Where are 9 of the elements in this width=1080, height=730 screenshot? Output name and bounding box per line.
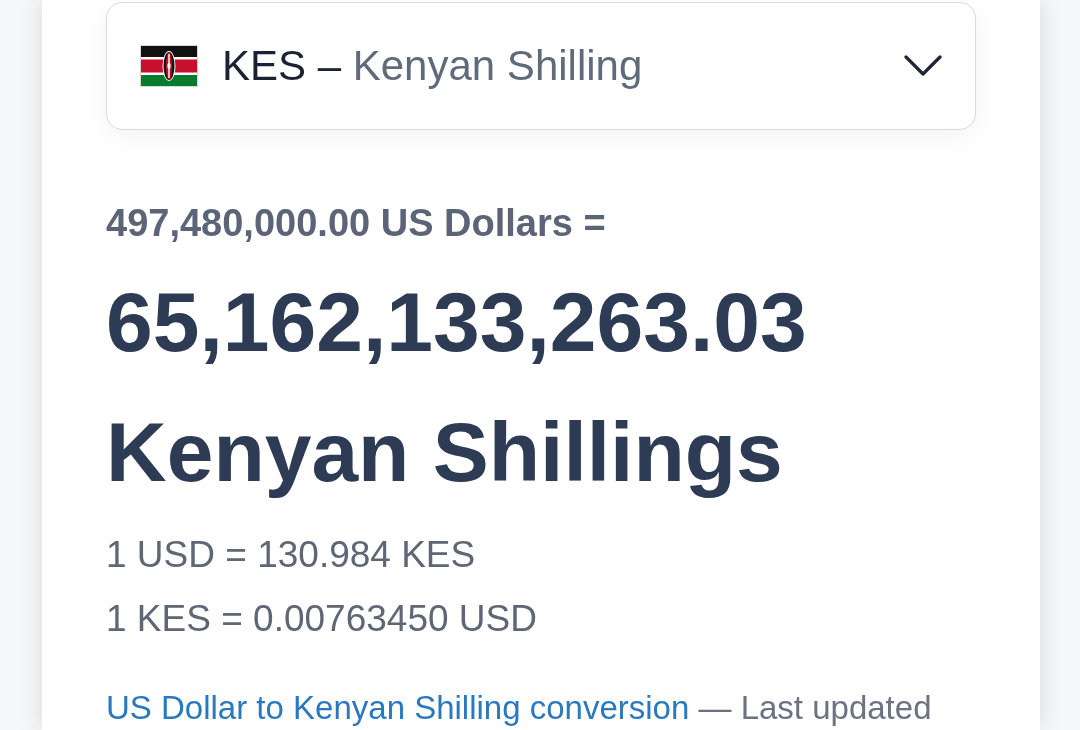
- source-amount: 497,480,000.00 US Dollars =: [106, 201, 607, 246]
- exchange-rate: 1 KES = 0.00763450 USD: [106, 597, 538, 641]
- update-note: US Dollar to Kenyan Shilling conversion — Last updated: [106, 688, 933, 728]
- chevron-down-icon: [904, 55, 942, 77]
- converted-amount: 65,162,133,263.03 Kenyan Shillings: [106, 274, 808, 501]
- exchange-rate: 1 USD = 130.984 KES: [106, 533, 477, 577]
- currency-dropdown[interactable]: KES – Kenyan Shilling: [106, 2, 976, 130]
- flag-icon: [140, 45, 198, 87]
- conversion-link[interactable]: US Dollar to Kenyan Shilling conversion: [106, 689, 690, 726]
